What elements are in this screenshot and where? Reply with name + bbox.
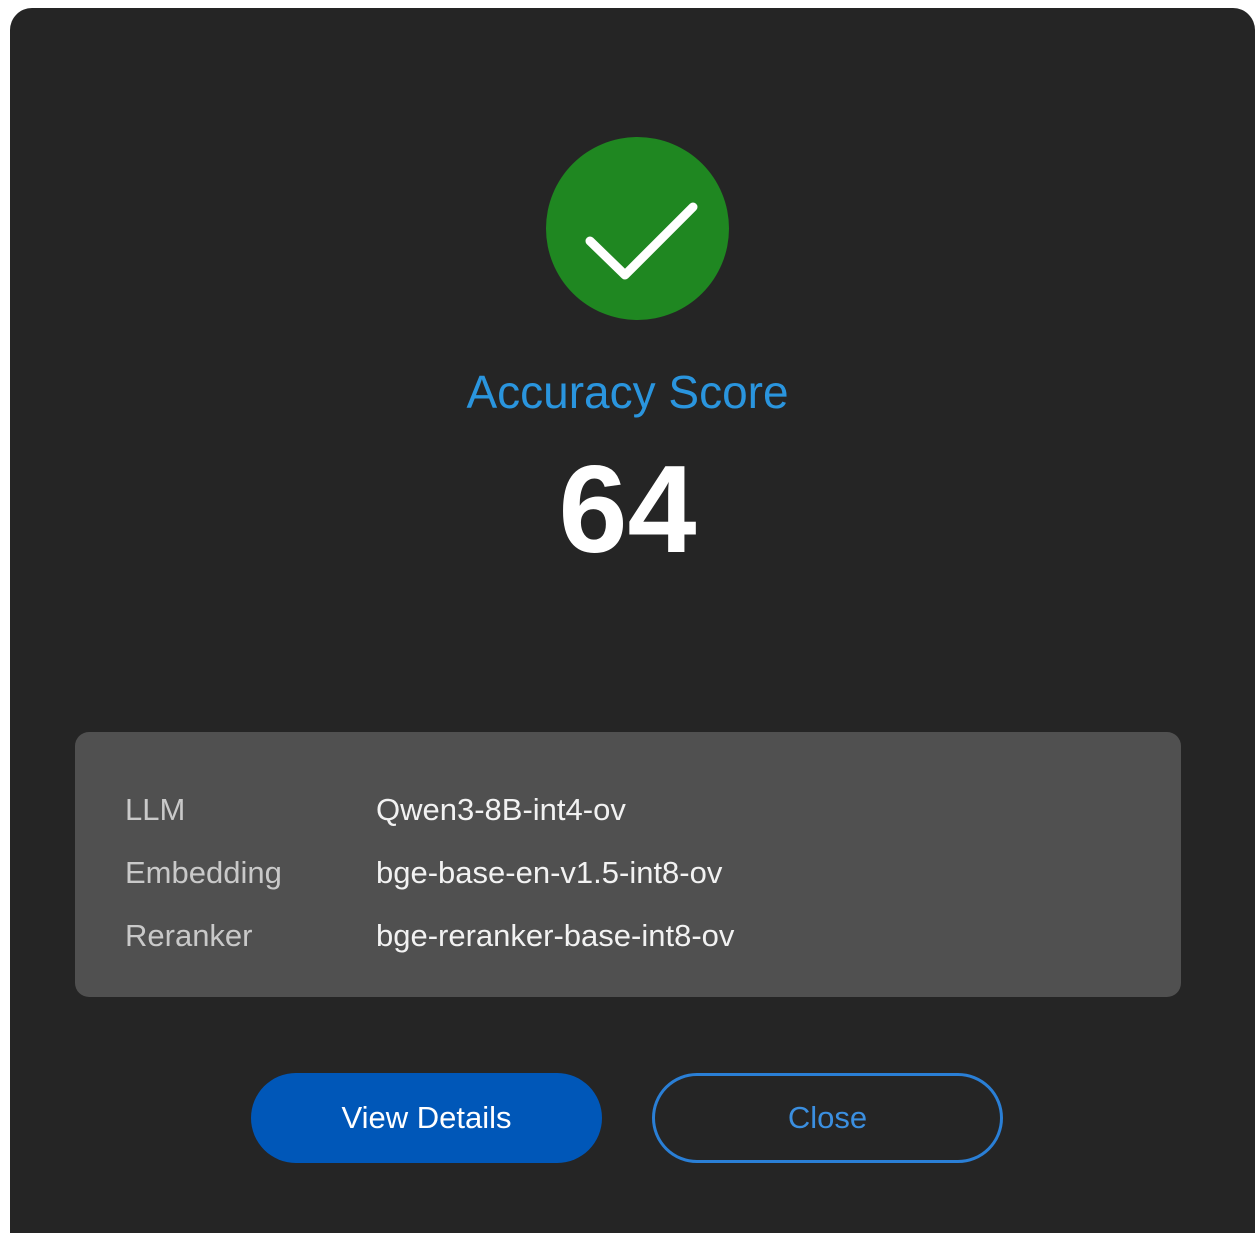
model-row-embedding: Embedding bge-base-en-v1.5-int8-ov xyxy=(75,850,1181,896)
accuracy-score-dialog xyxy=(10,8,1255,1233)
close-button[interactable]: Close xyxy=(652,1073,1003,1163)
model-row-llm: LLM Qwen3-8B-int4-ov xyxy=(75,787,1181,833)
model-label: Reranker xyxy=(125,918,253,953)
success-badge xyxy=(546,137,729,320)
view-details-button[interactable]: View Details xyxy=(251,1073,602,1163)
model-row-reranker: Reranker bge-reranker-base-int8-ov xyxy=(75,913,1181,959)
score-title: Accuracy Score xyxy=(466,366,789,418)
score-value: 64 xyxy=(558,441,697,579)
model-label: LLM xyxy=(125,792,186,827)
model-value: bge-base-en-v1.5-int8-ov xyxy=(376,855,723,890)
model-info-panel: LLM Qwen3-8B-int4-ov Embedding bge-base-… xyxy=(75,732,1181,997)
model-label: Embedding xyxy=(125,855,282,890)
model-value: Qwen3-8B-int4-ov xyxy=(376,792,626,827)
check-icon xyxy=(585,202,698,280)
model-value: bge-reranker-base-int8-ov xyxy=(376,918,735,953)
